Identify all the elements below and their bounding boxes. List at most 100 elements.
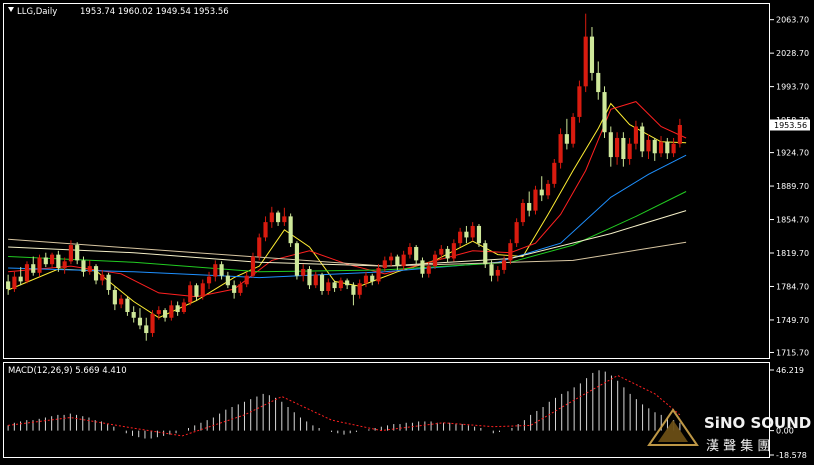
ohlc-label: 1953.74 1960.02 1949.54 1953.56	[80, 7, 229, 17]
candle-body	[564, 134, 569, 144]
candle-body	[432, 254, 438, 267]
candle-body	[62, 261, 67, 269]
candle-body	[282, 216, 287, 223]
candle-body	[558, 134, 563, 163]
candle-body	[583, 36, 588, 87]
candle-body	[150, 313, 155, 334]
candle-body	[370, 275, 375, 282]
candle-body	[640, 126, 645, 152]
price-tick-label: 1854.70	[776, 216, 809, 225]
price-tick-label: 2028.70	[776, 49, 809, 58]
logo-text: SiNO SOUND	[704, 414, 811, 432]
candle-body	[163, 310, 168, 318]
price-tick-label: 1819.70	[776, 249, 809, 258]
candle-body	[24, 264, 30, 282]
candle-body	[621, 137, 626, 160]
candle-body	[464, 231, 469, 238]
macd-title: MACD(12,26,9) 5.669 4.410	[8, 366, 127, 376]
candle-body	[483, 243, 488, 265]
candle-body	[545, 183, 551, 196]
candle-body	[615, 137, 620, 158]
candle-body	[188, 285, 193, 303]
candle-body	[658, 141, 664, 154]
last-price-label: 1953.56	[774, 121, 807, 130]
candle-body	[56, 254, 61, 269]
macd-tick-label: 46.219	[776, 366, 804, 375]
candle-body	[326, 282, 331, 291]
candle-body	[125, 298, 130, 313]
candle-body	[451, 243, 456, 259]
candle-body	[137, 317, 143, 326]
chart-window: 2063.702028.701993.701958.701924.701889.…	[0, 0, 814, 461]
candle-body	[68, 245, 73, 262]
candle-body	[495, 269, 500, 276]
candle-body	[43, 257, 48, 265]
candle-body	[156, 310, 161, 314]
candle-body	[131, 312, 136, 318]
candle-body	[652, 139, 657, 154]
candle-body	[627, 143, 632, 160]
candle-body	[589, 36, 595, 73]
candle-body	[533, 189, 538, 211]
candle-body	[458, 231, 463, 244]
price-tick-label: 1784.70	[776, 282, 809, 291]
candle-body	[119, 298, 124, 305]
candle-body	[269, 212, 274, 223]
candle-body	[75, 245, 80, 261]
price-tick-label: 1749.70	[776, 316, 809, 325]
candle-body	[489, 264, 494, 276]
candle-body	[426, 266, 431, 274]
candle-body	[502, 260, 507, 270]
candle-body	[206, 276, 212, 284]
candle-body	[50, 254, 55, 265]
candle-body	[514, 222, 519, 244]
candle-body	[169, 305, 174, 318]
candle-body	[382, 260, 387, 269]
candle-body	[87, 266, 92, 272]
candle-body	[571, 116, 576, 144]
candle-body	[250, 256, 256, 276]
candle-body	[313, 274, 318, 286]
last-price-marker: 1953.56	[770, 119, 810, 131]
candle-body	[677, 125, 682, 144]
candle-body	[407, 246, 412, 255]
candle-body	[527, 202, 532, 211]
candle-body	[31, 264, 36, 273]
candle-body	[6, 281, 11, 290]
candle-body	[37, 257, 42, 273]
candle-body	[602, 92, 607, 133]
candle-body	[596, 72, 601, 93]
candle-body	[257, 237, 262, 257]
candle-body	[232, 285, 237, 293]
candle-body	[194, 285, 199, 297]
candle-body	[106, 274, 111, 291]
candle-body	[93, 266, 99, 281]
candle-body	[200, 283, 205, 297]
candle-body	[332, 282, 337, 289]
candle-body	[213, 264, 218, 277]
candle-body	[12, 276, 17, 290]
candle-body	[100, 274, 105, 281]
candle-body	[633, 126, 638, 144]
candle-body	[671, 143, 676, 154]
candle-body	[144, 325, 149, 334]
candle-body	[665, 141, 670, 154]
macd-tick-label: -18.578	[776, 451, 807, 460]
candle-body	[401, 254, 406, 267]
price-tick-label: 1715.70	[776, 348, 809, 357]
candle-body	[508, 243, 513, 261]
candle-body	[552, 162, 557, 184]
symbol-label: LLG,Daily	[17, 7, 57, 17]
candle-body	[263, 222, 268, 238]
candle-body	[476, 225, 482, 244]
chart-canvas: 2063.702028.701993.701958.701924.701889.…	[0, 0, 814, 461]
candle-body	[225, 275, 230, 286]
chart-header: LLG,Daily 1953.74 1960.02 1949.54 1953.5…	[8, 7, 229, 17]
candle-body	[244, 275, 249, 285]
candle-body	[357, 283, 362, 295]
candle-body	[238, 284, 243, 293]
candle-body	[376, 268, 381, 282]
candle-body	[439, 248, 444, 255]
candle-body	[520, 202, 525, 223]
candle-body	[175, 305, 180, 313]
